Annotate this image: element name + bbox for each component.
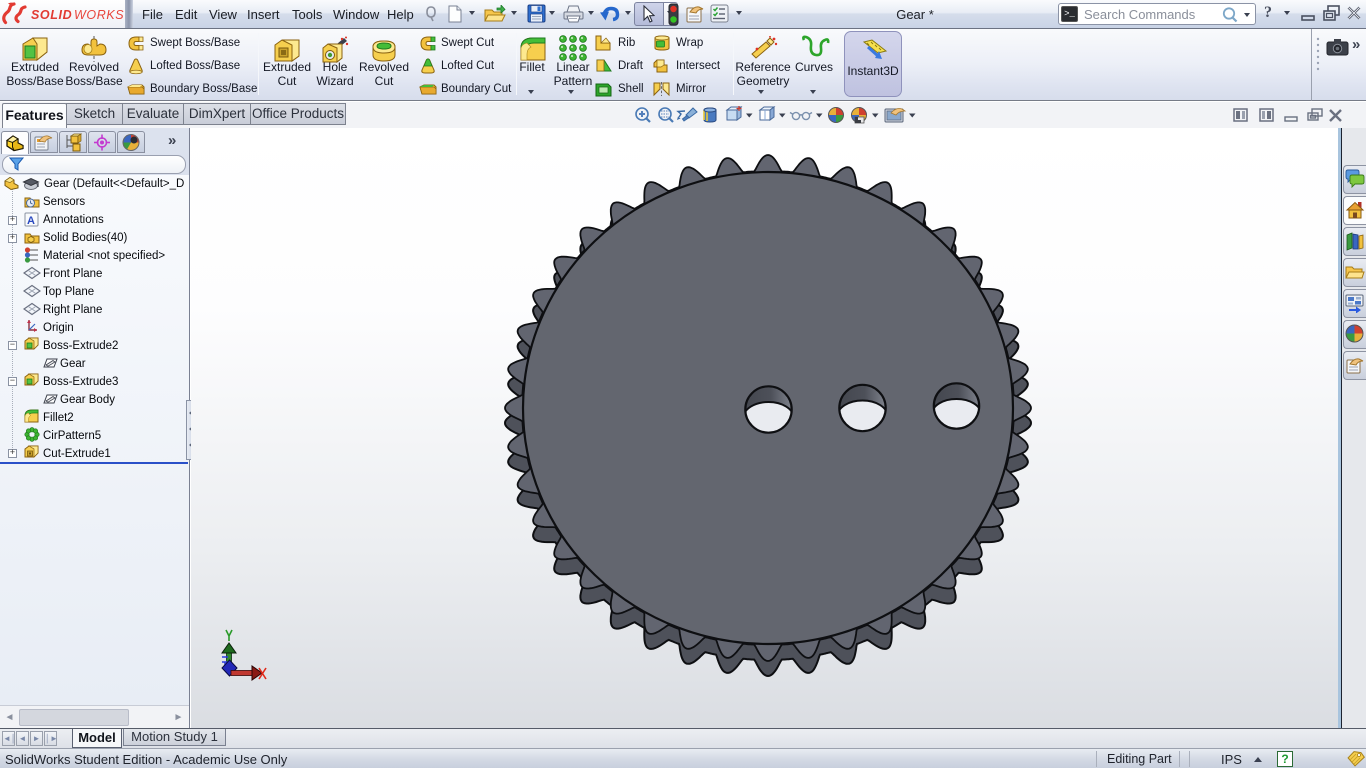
- svg-text:WORKS: WORKS: [74, 8, 124, 22]
- svg-text:SOLID: SOLID: [31, 8, 72, 22]
- svg-text:A: A: [27, 215, 35, 227]
